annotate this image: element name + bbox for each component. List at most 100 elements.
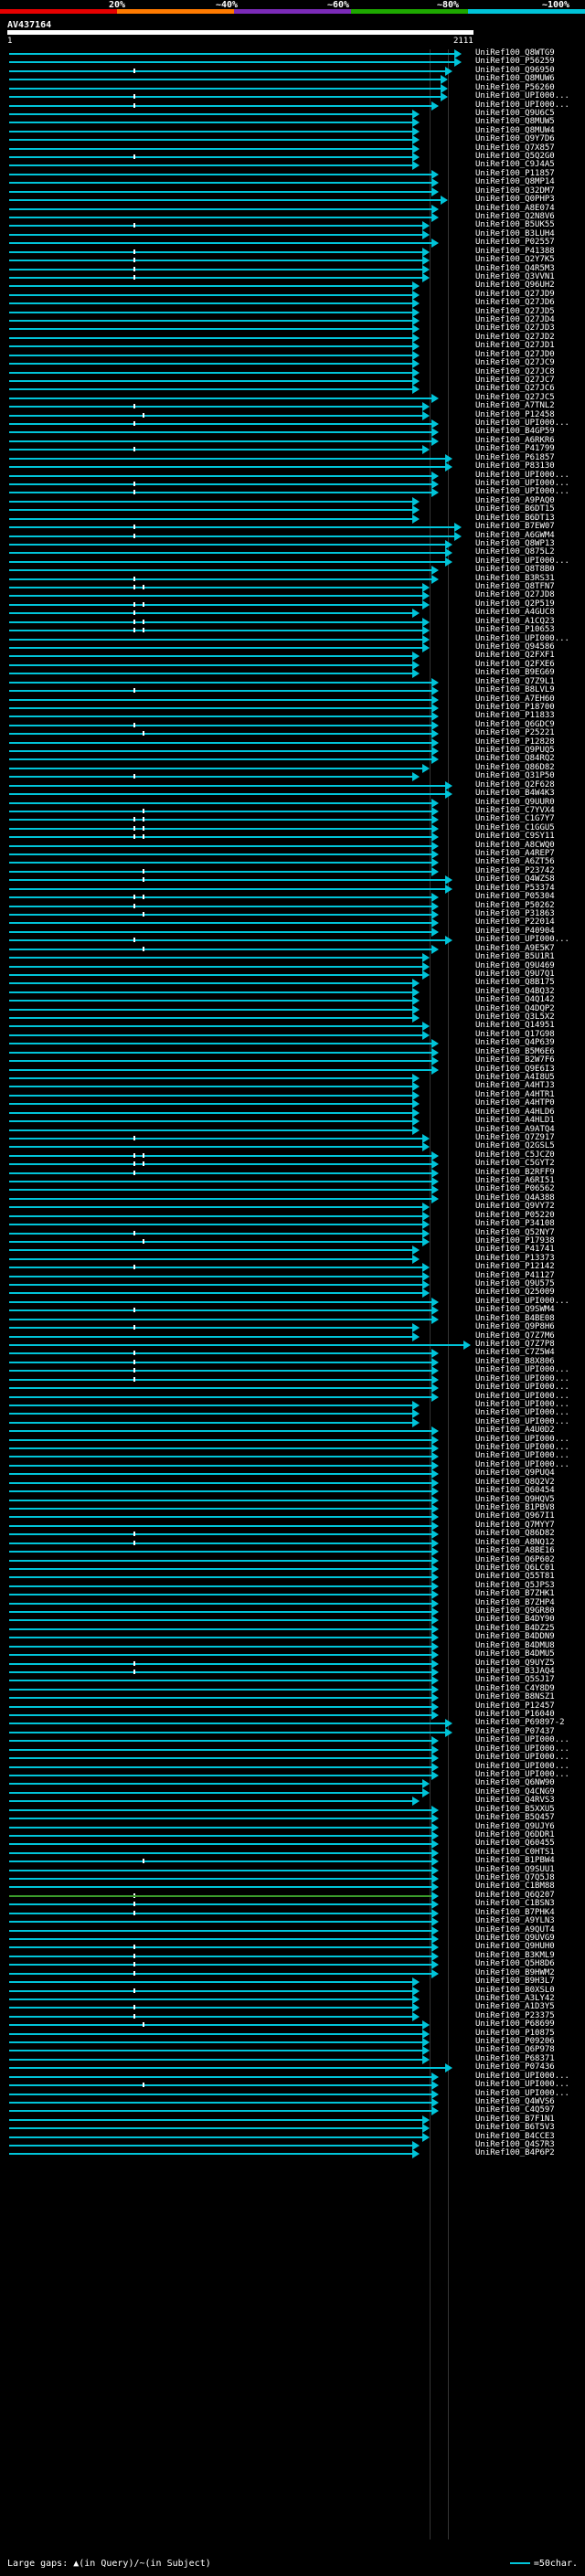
hit-row[interactable]: UniRef100_Q60454: [0, 1487, 585, 1497]
hit-row[interactable]: UniRef100_Q60455: [0, 1839, 585, 1850]
hit-row[interactable]: UniRef100_UPI000...: [0, 1383, 585, 1394]
hit-row[interactable]: UniRef100_B5Q457: [0, 1814, 585, 1824]
hit-label[interactable]: UniRef100_Q8T8B0: [475, 566, 555, 574]
hit-label[interactable]: UniRef100_Q60454: [475, 1487, 555, 1495]
hit-label[interactable]: UniRef100_P41799: [475, 445, 555, 453]
hit-label[interactable]: UniRef100_Q5H8D6: [475, 1960, 555, 1968]
hit-row[interactable]: UniRef100_B5U1R1: [0, 953, 585, 963]
hit-label[interactable]: UniRef100_Q55T81: [475, 1573, 555, 1581]
hit-label[interactable]: UniRef100_Q2GSL5: [475, 1142, 555, 1150]
hit-row[interactable]: UniRef100_A4GUC8: [0, 609, 585, 619]
hit-label[interactable]: UniRef100_Q8MP14: [475, 178, 555, 186]
hit-row[interactable]: UniRef100_C5GYT2: [0, 1160, 585, 1170]
hit-label[interactable]: UniRef100_B9EG69: [475, 669, 555, 677]
hit-row[interactable]: UniRef100_Q9SWM4: [0, 1306, 585, 1316]
hit-row[interactable]: UniRef100_Q31P50: [0, 772, 585, 782]
hit-label[interactable]: UniRef100_B4P6P2: [475, 2149, 555, 2157]
hit-row[interactable]: UniRef100_A8BE16: [0, 1547, 585, 1557]
hit-row[interactable]: UniRef100_P34108: [0, 1220, 585, 1230]
hit-row[interactable]: UniRef100_C9SY11: [0, 832, 585, 843]
hit-label[interactable]: UniRef100_P07436: [475, 2063, 555, 2072]
hit-row[interactable]: UniRef100_P02557: [0, 239, 585, 249]
hit-row[interactable]: UniRef100_P68699: [0, 2020, 585, 2030]
hit-row[interactable]: UniRef100_A4U0D2: [0, 1426, 585, 1436]
hit-label[interactable]: UniRef100_C9SY11: [475, 832, 555, 841]
hit-label[interactable]: UniRef100_A1D3Y5: [475, 2003, 555, 2011]
hit-row[interactable]: UniRef100_Q9Y7D6: [0, 135, 585, 145]
hit-row[interactable]: UniRef100_B9EG69: [0, 669, 585, 679]
hit-label[interactable]: UniRef100_UPI000...: [475, 936, 569, 944]
hit-label[interactable]: UniRef100_P05304: [475, 893, 555, 901]
hit-label[interactable]: UniRef100_B1PBW4: [475, 1857, 555, 1865]
hit-label[interactable]: UniRef100_Q0PHP3: [475, 196, 555, 204]
hit-row[interactable]: UniRef100_B4DDN9: [0, 1633, 585, 1643]
hit-row[interactable]: UniRef100_Q86D82: [0, 1530, 585, 1540]
hit-label[interactable]: UniRef100_A4HTP0: [475, 1099, 555, 1108]
hit-label[interactable]: UniRef100_P34108: [475, 1220, 555, 1228]
hit-row[interactable]: UniRef100_Q875L2: [0, 548, 585, 558]
hit-row[interactable]: UniRef100_A4HLD1: [0, 1117, 585, 1127]
hit-label[interactable]: UniRef100_A8BE16: [475, 1547, 555, 1555]
hit-label[interactable]: UniRef100_C5GYT2: [475, 1160, 555, 1168]
hit-row[interactable]: UniRef100_Q8MUW5: [0, 118, 585, 128]
hit-label[interactable]: UniRef100_P68699: [475, 2020, 555, 2029]
hit-label[interactable]: UniRef100_UPI000...: [475, 1383, 569, 1392]
hit-row[interactable]: UniRef100_P12142: [0, 1263, 585, 1273]
hit-row[interactable]: UniRef100_UPI000...: [0, 1409, 585, 1419]
hit-row[interactable]: UniRef100_B9H3L7: [0, 1977, 585, 1988]
hit-label[interactable]: UniRef100_Q60455: [475, 1839, 555, 1848]
hit-label[interactable]: UniRef100_C1BSN3: [475, 1900, 555, 1908]
hit-label[interactable]: UniRef100_Q2Y7K5: [475, 256, 555, 264]
hit-row[interactable]: UniRef100_P41799: [0, 445, 585, 455]
hit-row[interactable]: UniRef100_Q4P639: [0, 1039, 585, 1049]
hit-label[interactable]: UniRef100_Q8B175: [475, 979, 555, 987]
hit-label[interactable]: UniRef100_B8NSZ1: [475, 1693, 555, 1701]
hit-row[interactable]: UniRef100_P10653: [0, 626, 585, 636]
hit-row[interactable]: UniRef100_Q4WZS8: [0, 875, 585, 885]
hit-label[interactable]: UniRef100_Q9PUQ4: [475, 1469, 555, 1478]
hit-row[interactable]: UniRef100_Q8MUW6: [0, 75, 585, 85]
hit-row[interactable]: UniRef100_UPI000...: [0, 936, 585, 946]
hit-row[interactable]: UniRef100_UPI000...: [0, 1366, 585, 1376]
hit-row[interactable]: UniRef100_Q8T8B0: [0, 566, 585, 576]
hit-row[interactable]: UniRef100_Q27JD6: [0, 299, 585, 309]
hit-label[interactable]: UniRef100_B4DMU5: [475, 1650, 555, 1659]
hit-label[interactable]: UniRef100_Q27JC9: [475, 359, 555, 367]
hit-row[interactable]: UniRef100_Q8B175: [0, 979, 585, 989]
hit-label[interactable]: UniRef100_B2W7F6: [475, 1056, 555, 1065]
hit-label[interactable]: UniRef100_Q9VY72: [475, 1203, 555, 1211]
hit-row[interactable]: UniRef100_Q5H8D6: [0, 1960, 585, 1970]
hit-label[interactable]: UniRef100_Q27JD6: [475, 299, 555, 307]
hit-label[interactable]: UniRef100_P83130: [475, 462, 555, 471]
hit-label[interactable]: UniRef100_B6DT15: [475, 505, 555, 514]
hit-row[interactable]: UniRef100_Q55T81: [0, 1573, 585, 1583]
hit-row[interactable]: UniRef100_Q9PUQ4: [0, 1469, 585, 1479]
hit-label[interactable]: UniRef100_Q4RVS3: [475, 1797, 555, 1805]
hit-label[interactable]: UniRef100_UPI000...: [475, 2081, 569, 2089]
hit-row[interactable]: UniRef100_Q9P8H6: [0, 1323, 585, 1333]
hit-row[interactable]: UniRef100_UPI000...: [0, 1736, 585, 1746]
hit-row[interactable]: UniRef100_A7TNL2: [0, 402, 585, 412]
hit-label[interactable]: UniRef100_Q8MUW5: [475, 118, 555, 126]
hit-row[interactable]: UniRef100_P83130: [0, 462, 585, 472]
hit-label[interactable]: UniRef100_UPI000...: [475, 1754, 569, 1762]
hit-row[interactable]: UniRef100_Q27JD1: [0, 342, 585, 352]
hit-label[interactable]: UniRef100_Q27JD1: [475, 342, 555, 350]
hit-row[interactable]: UniRef100_Q2GSL5: [0, 1142, 585, 1152]
hit-label[interactable]: UniRef100_UPI000...: [475, 1409, 569, 1417]
hit-row[interactable]: UniRef100_Q96UH2: [0, 281, 585, 292]
hit-label[interactable]: UniRef100_Q86D82: [475, 1530, 555, 1538]
hit-label[interactable]: UniRef100_A9YLN3: [475, 1917, 555, 1925]
hit-row[interactable]: UniRef100_C1BSN3: [0, 1900, 585, 1910]
hit-label[interactable]: UniRef100_B4W4K3: [475, 790, 555, 798]
hit-label[interactable]: UniRef100_B8LVL9: [475, 686, 555, 694]
hit-row[interactable]: UniRef100_UPI000...: [0, 92, 585, 102]
hit-row[interactable]: UniRef100_A1D3Y5: [0, 2003, 585, 2013]
hit-row[interactable]: UniRef100_P25221: [0, 729, 585, 739]
hit-label[interactable]: UniRef100_Q4Q142: [475, 996, 555, 1004]
hit-label[interactable]: UniRef100_B9H3L7: [475, 1977, 555, 1986]
hit-label[interactable]: UniRef100_P10653: [475, 626, 555, 634]
hit-row[interactable]: UniRef100_Q9VY72: [0, 1203, 585, 1213]
hit-row[interactable]: UniRef100_Q4Q142: [0, 996, 585, 1006]
hit-label[interactable]: UniRef100_Q4WZS8: [475, 875, 555, 884]
